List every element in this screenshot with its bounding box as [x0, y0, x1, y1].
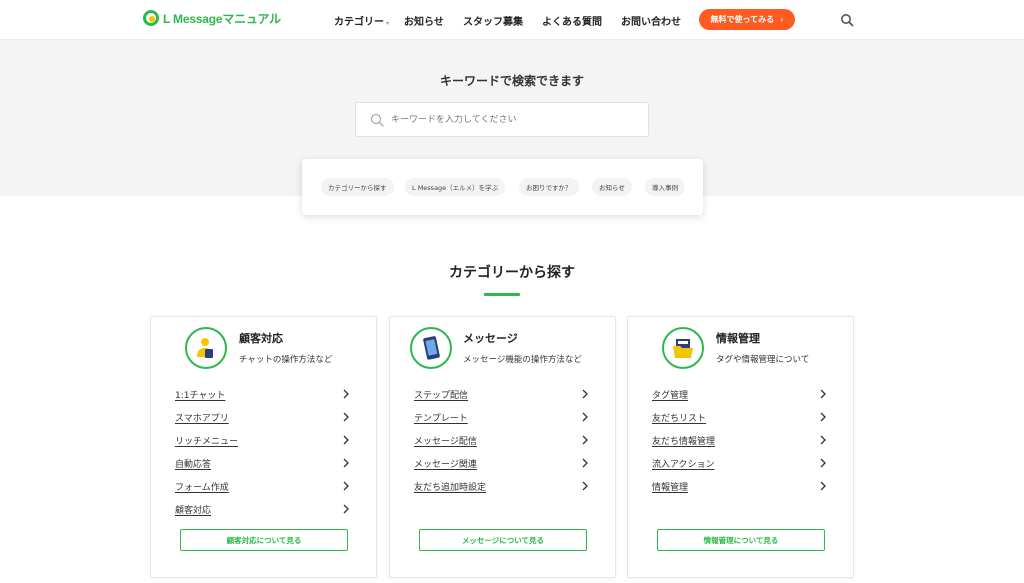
- quick-tags-panel: カテゴリーから探す L Message（エルメ）を学ぶ お困りですか？ お知らせ…: [302, 159, 703, 215]
- keyword-search-input[interactable]: [391, 114, 631, 125]
- logo-text: L Messageマニュアル: [163, 11, 281, 26]
- card-link-label: テンプレート: [414, 414, 468, 424]
- tag-case-studies[interactable]: 導入事例: [645, 178, 685, 196]
- card-more-button[interactable]: メッセージについて見る: [419, 529, 587, 551]
- card-link[interactable]: 自動応答: [175, 452, 351, 475]
- logo[interactable]: L Messageマニュアル: [143, 9, 281, 27]
- card-link[interactable]: メッセージ配信: [414, 429, 590, 452]
- card-title: 顧客対応: [239, 332, 283, 345]
- card-link-label: タグ管理: [652, 391, 689, 401]
- card-link[interactable]: 友だちリスト: [652, 406, 828, 429]
- chevron-right-icon: [343, 481, 349, 491]
- card-link-label: 自動応答: [175, 460, 212, 470]
- card-link-list: 1:1チャット スマホアプリ リッチメニュー 自動応答 フォーム作成 顧客対応: [175, 383, 351, 521]
- card-link[interactable]: 情報管理: [652, 475, 828, 498]
- logo-mark-icon: [143, 10, 159, 26]
- card-link-label: 友だち情報管理: [652, 437, 716, 447]
- nav-contact[interactable]: お問い合わせ: [621, 13, 681, 28]
- tag-need-help[interactable]: お困りですか？: [519, 178, 579, 196]
- folder-icon: [662, 327, 704, 369]
- nav-faq[interactable]: よくある質問: [542, 13, 602, 28]
- card-link-label: 顧客対応: [175, 506, 212, 516]
- chevron-right-icon: [582, 481, 588, 491]
- card-link-label: スマホアプリ: [175, 414, 229, 424]
- card-title: メッセージ: [463, 332, 518, 345]
- free-trial-label: 無料で使ってみる: [710, 15, 775, 24]
- card-link[interactable]: 顧客対応: [175, 498, 351, 521]
- card-link-label: リッチメニュー: [175, 437, 239, 447]
- card-link[interactable]: 友だち追加時設定: [414, 475, 590, 498]
- card-link[interactable]: タグ管理: [652, 383, 828, 406]
- person-phone-icon: [185, 327, 227, 369]
- card-link-list: タグ管理 友だちリスト 友だち情報管理 流入アクション 情報管理: [652, 383, 828, 498]
- chevron-right-icon: ›: [780, 15, 784, 24]
- nav-news[interactable]: お知らせ: [404, 13, 444, 28]
- chevron-right-icon: [582, 389, 588, 399]
- card-link[interactable]: リッチメニュー: [175, 429, 351, 452]
- chevron-right-icon: [820, 412, 826, 422]
- tag-news[interactable]: お知らせ: [592, 178, 632, 196]
- card-link[interactable]: スマホアプリ: [175, 406, 351, 429]
- chevron-right-icon: [820, 458, 826, 468]
- hero-title: キーワードで検索できます: [439, 74, 584, 88]
- chevron-right-icon: [582, 458, 588, 468]
- category-card-message: メッセージ メッセージ機能の操作方法など ステップ配信 テンプレート メッセージ…: [389, 316, 616, 578]
- card-link[interactable]: テンプレート: [414, 406, 590, 429]
- card-link[interactable]: 1:1チャット: [175, 383, 351, 406]
- card-title: 情報管理: [716, 332, 760, 345]
- chevron-right-icon: [343, 458, 349, 468]
- card-link-list: ステップ配信 テンプレート メッセージ配信 メッセージ関連 友だち追加時設定: [414, 383, 590, 498]
- section-underline: [484, 293, 520, 296]
- nav-categories-label: カテゴリー: [334, 17, 384, 28]
- search-icon: [370, 113, 384, 127]
- card-link[interactable]: ステップ配信: [414, 383, 590, 406]
- card-link[interactable]: 流入アクション: [652, 452, 828, 475]
- chevron-right-icon: [820, 389, 826, 399]
- card-link-label: 流入アクション: [652, 460, 715, 470]
- card-link-label: 1:1チャット: [175, 391, 226, 401]
- keyword-search-box[interactable]: [355, 102, 649, 137]
- nav-categories[interactable]: カテゴリー ▾: [334, 13, 389, 28]
- smartphone-icon: [410, 327, 452, 369]
- free-trial-button[interactable]: 無料で使ってみる ›: [699, 9, 795, 30]
- card-more-button[interactable]: 顧客対応について見る: [180, 529, 348, 551]
- card-description: チャットの操作方法など: [239, 355, 333, 365]
- card-link[interactable]: 友だち情報管理: [652, 429, 828, 452]
- tag-categories[interactable]: カテゴリーから探す: [321, 178, 394, 196]
- card-link-label: ステップ配信: [414, 391, 469, 401]
- chevron-right-icon: [343, 504, 349, 514]
- chevron-right-icon: [343, 389, 349, 399]
- card-link-label: 友だち追加時設定: [414, 483, 487, 493]
- card-link-label: 情報管理: [652, 483, 689, 493]
- tag-learn-lmessage[interactable]: L Message（エルメ）を学ぶ: [405, 178, 506, 196]
- card-link[interactable]: メッセージ関連: [414, 452, 590, 475]
- category-card-customer: 顧客対応 チャットの操作方法など 1:1チャット スマホアプリ リッチメニュー …: [150, 316, 377, 578]
- card-link[interactable]: フォーム作成: [175, 475, 351, 498]
- chevron-right-icon: [820, 481, 826, 491]
- card-more-button[interactable]: 情報管理について見る: [657, 529, 825, 551]
- category-card-info: 情報管理 タグや情報管理について タグ管理 友だちリスト 友だち情報管理 流入ア…: [627, 316, 854, 578]
- chevron-down-icon: ▾: [386, 20, 390, 27]
- nav-recruit[interactable]: スタッフ募集: [463, 13, 523, 28]
- site-header: L Messageマニュアル カテゴリー ▾ お知らせ スタッフ募集 よくある質問…: [0, 0, 1024, 40]
- chevron-right-icon: [343, 435, 349, 445]
- section-title: カテゴリーから探す: [449, 265, 575, 281]
- chevron-right-icon: [343, 412, 349, 422]
- chevron-right-icon: [582, 435, 588, 445]
- card-link-label: 友だちリスト: [652, 414, 707, 424]
- card-description: タグや情報管理について: [716, 355, 810, 365]
- card-link-label: フォーム作成: [175, 483, 229, 493]
- search-icon[interactable]: [840, 12, 854, 27]
- card-link-label: メッセージ関連: [414, 460, 477, 470]
- card-description: メッセージ機能の操作方法など: [463, 355, 582, 365]
- card-link-label: メッセージ配信: [414, 437, 477, 447]
- chevron-right-icon: [820, 435, 826, 445]
- chevron-right-icon: [582, 412, 588, 422]
